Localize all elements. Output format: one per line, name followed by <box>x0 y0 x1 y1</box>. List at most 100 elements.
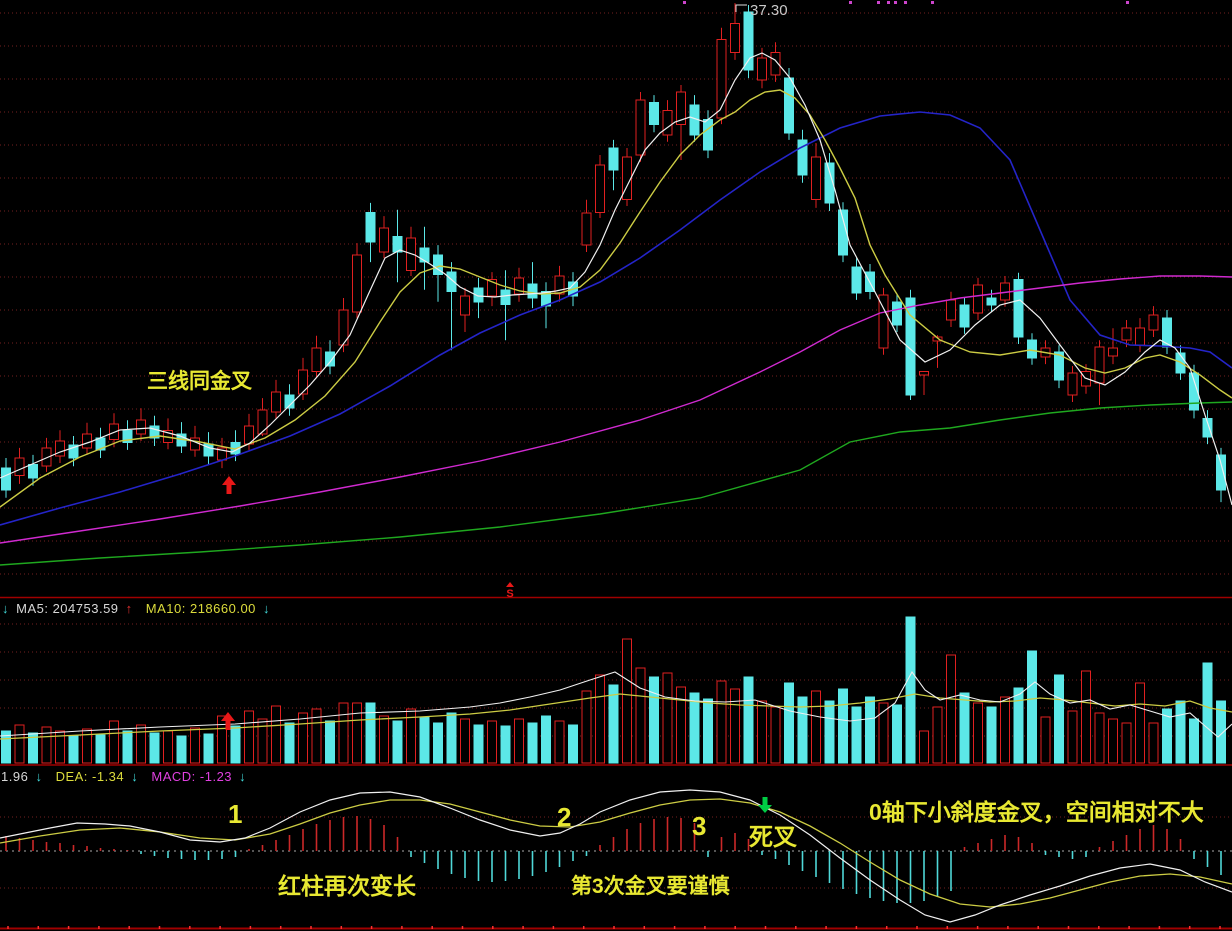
volume-bar <box>272 706 281 763</box>
volume-bar <box>663 673 672 763</box>
volume-bar <box>866 697 875 763</box>
candle-down <box>893 302 902 325</box>
volume-bar <box>609 685 618 763</box>
volume-bar <box>285 723 294 763</box>
candle-up <box>812 157 821 200</box>
candle-up <box>380 228 389 252</box>
volume-indicator-header: ↓ MA5: 204753.59 ↑ MA10: 218660.00 ↓ <box>2 601 273 616</box>
top-marker-dot <box>849 1 852 4</box>
price-peak-marker <box>736 5 747 12</box>
top-marker-dot <box>904 1 907 4</box>
volume-bar <box>758 701 767 763</box>
candle-down <box>852 267 861 293</box>
volume-bar <box>137 725 146 763</box>
volume-bar <box>1190 719 1199 763</box>
buy-signal-arrow <box>227 485 232 494</box>
volume-bar <box>150 733 159 763</box>
volume-bar <box>353 703 362 763</box>
volume-bar <box>812 691 821 763</box>
candle-down <box>650 103 659 125</box>
candle-up <box>461 296 470 315</box>
volume-bar <box>785 683 794 763</box>
volume-bar <box>960 693 969 763</box>
volume-bar <box>123 731 132 763</box>
volume-bar <box>15 725 24 763</box>
top-marker-dot <box>887 1 890 4</box>
candle-up <box>636 100 645 155</box>
volume-bar <box>1014 688 1023 763</box>
volume-bar <box>326 721 335 763</box>
volume-bar <box>474 725 483 763</box>
candle-up <box>1109 348 1118 356</box>
volume-bar <box>191 728 200 763</box>
candle-up <box>596 165 605 212</box>
volume-bar <box>204 734 213 763</box>
top-marker-dot <box>894 1 897 4</box>
volume-bar <box>245 711 254 763</box>
candle-down <box>326 352 335 366</box>
volume-bar <box>947 655 956 763</box>
candle-down <box>1217 455 1226 490</box>
volume-bar <box>461 719 470 763</box>
arrow-up-icon: ↑ <box>126 601 133 616</box>
volume-bar <box>393 721 402 763</box>
candle-up <box>947 300 956 320</box>
macd-cross-number-2: 2 <box>557 802 571 833</box>
chevron-down-icon: ↓ <box>2 601 9 616</box>
candle-up <box>731 23 740 52</box>
candle-up <box>1136 328 1145 345</box>
volume-bar <box>1136 683 1145 763</box>
volume-bar <box>650 677 659 763</box>
volume-bar <box>380 716 389 763</box>
volume-bar <box>1001 697 1010 763</box>
candle-down <box>960 305 969 327</box>
arrow-down-icon: ↓ <box>35 769 42 784</box>
candle-down <box>987 298 996 305</box>
volume-bar <box>488 721 497 763</box>
candle-down <box>29 464 38 478</box>
candle-up <box>974 285 983 313</box>
arrow-down-icon: ↓ <box>131 769 138 784</box>
buy-signal-arrow <box>222 476 236 485</box>
ma-line-blue <box>0 112 1232 525</box>
volume-bar <box>839 689 848 763</box>
chart-canvas[interactable]: S <box>0 0 1232 931</box>
volume-bar <box>1122 723 1131 763</box>
candle-down <box>501 290 510 304</box>
volume-bar <box>690 693 699 763</box>
volume-bar <box>1028 651 1037 763</box>
volume-bar <box>852 707 861 763</box>
volume-bar <box>515 719 524 763</box>
volume-bar <box>177 736 186 763</box>
death-cross-arrow <box>763 797 768 805</box>
volume-bar <box>1055 675 1064 763</box>
macd-value: MACD: -1.23 <box>151 769 232 784</box>
candle-up <box>272 392 281 412</box>
ex-rights-marker <box>506 582 514 587</box>
candle-down <box>1163 318 1172 347</box>
volume-bar <box>771 707 780 763</box>
golden-cross-annotation: 三线同金叉 <box>147 365 252 395</box>
third-cross-note: 第3次金叉要谨慎 <box>571 870 730 900</box>
candle-down <box>366 212 375 242</box>
top-marker-dot <box>683 1 686 4</box>
candle-up <box>1068 373 1077 395</box>
dea-value: DEA: -1.34 <box>56 769 125 784</box>
volume-bar <box>893 705 902 763</box>
volume-bar <box>974 703 983 763</box>
volume-bar <box>596 675 605 763</box>
volume-bar <box>569 725 578 763</box>
candle-up <box>137 420 146 434</box>
candle-down <box>2 468 11 490</box>
volume-bar <box>218 716 227 763</box>
zero-axis-note: 0轴下小斜度金叉，空间相对不大 <box>869 793 1204 827</box>
red-bars-note: 红柱再次变长 <box>278 867 416 901</box>
volume-bar <box>1176 701 1185 763</box>
candle-up <box>299 370 308 394</box>
candle-down <box>785 78 794 133</box>
volume-ma5-value: MA5: 204753.59 <box>16 601 118 616</box>
arrow-down-icon: ↓ <box>239 769 246 784</box>
volume-bar <box>339 703 348 763</box>
arrow-down-icon: ↓ <box>263 601 270 616</box>
volume-bar <box>434 723 443 763</box>
